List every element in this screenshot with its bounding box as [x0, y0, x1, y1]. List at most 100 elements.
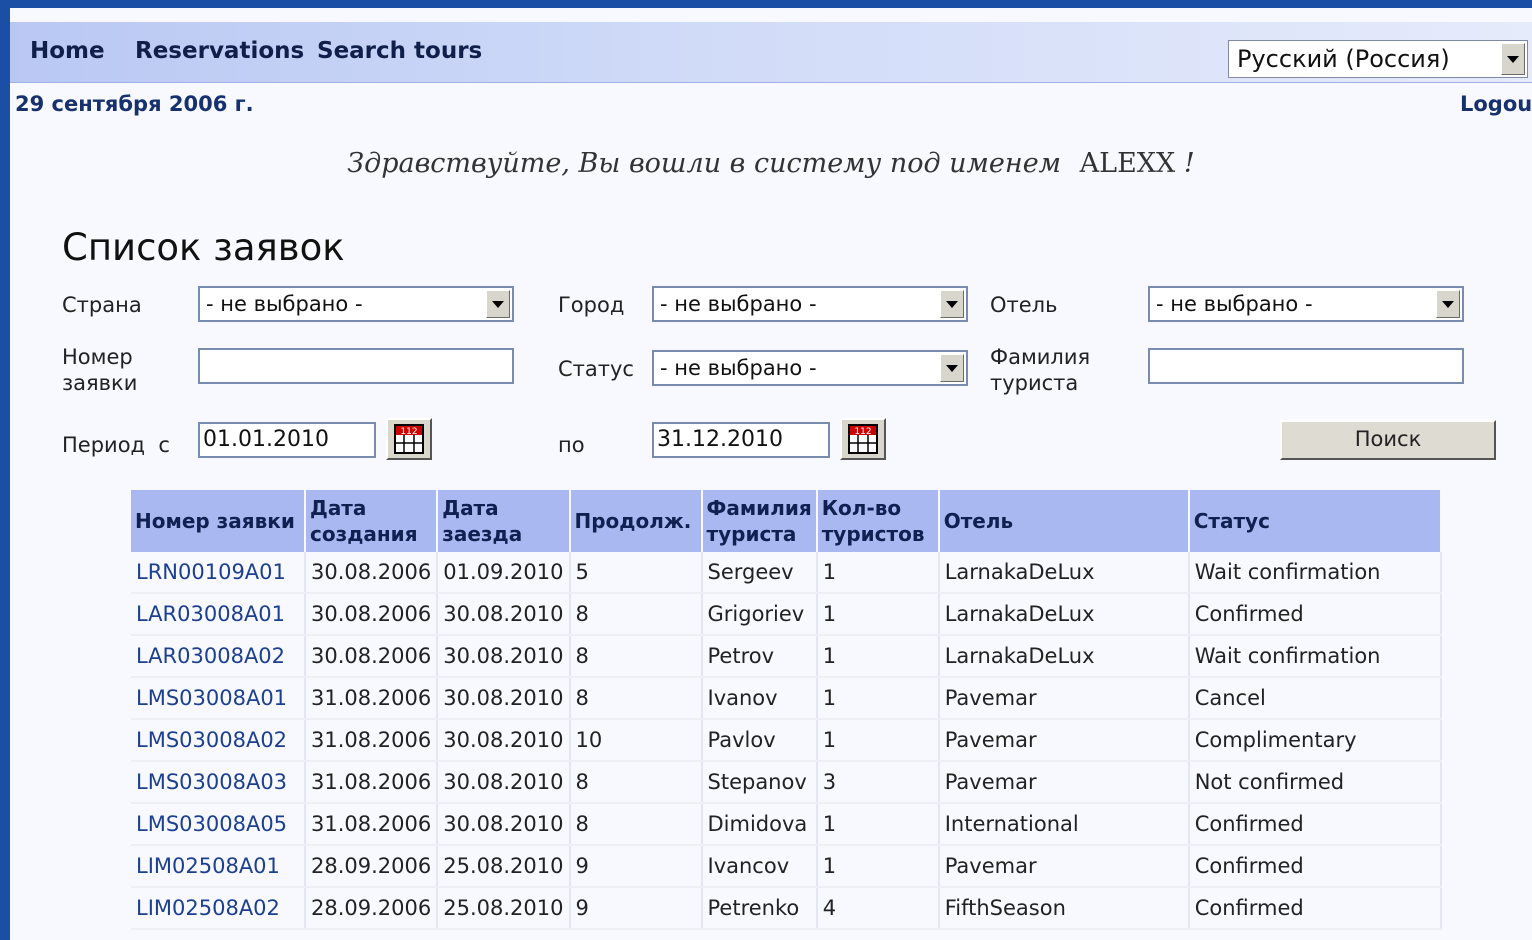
table-cell-status: Cancel [1188, 677, 1442, 720]
country-select[interactable]: - не выбрано - [198, 286, 514, 322]
table-cell-hotel: Pavemar [938, 719, 1190, 762]
calendar-to-button[interactable]: 112 [840, 418, 886, 460]
table-cell-checkin-date: 30.08.2010 [437, 761, 571, 804]
nav-reservations-link[interactable]: Reservations [135, 38, 304, 64]
table-cell-tourist-count: 1 [816, 593, 940, 636]
column-header-hotel: Отель [938, 490, 1190, 552]
order-number-link[interactable]: LIM02508A01 [131, 845, 306, 888]
order-number-link[interactable]: LMS03008A02 [131, 719, 306, 762]
date-from-input[interactable]: 01.01.2010 [198, 422, 376, 458]
language-select[interactable]: Русский (Россия) [1228, 40, 1528, 78]
country-label: Страна [62, 293, 142, 317]
table-cell-creation-date: 31.08.2006 [305, 677, 439, 720]
table-cell-status: Wait confirmation [1188, 635, 1442, 678]
calendar-from-button[interactable]: 112 [386, 418, 432, 460]
table-cell-tourist-count: 1 [816, 552, 940, 594]
nav-search-tours-link[interactable]: Search tours [317, 38, 482, 64]
order-number-link[interactable]: LMS03008A05 [131, 803, 306, 846]
city-select[interactable]: - не выбрано - [652, 286, 968, 322]
table-cell-creation-date: 30.08.2006 [305, 635, 439, 678]
city-select-value: - не выбрано - [660, 292, 817, 316]
table-cell-duration: 5 [569, 552, 703, 594]
column-header-line: Отель [943, 509, 1014, 533]
order-number-label: Номер заявки [62, 344, 137, 396]
table-cell-creation-date: 28.09.2006 [305, 845, 439, 888]
table-cell-hotel: FifthSeason [938, 887, 1190, 930]
country-select-value: - не выбрано - [206, 292, 363, 316]
order-number-link[interactable]: LMS03008A03 [131, 761, 306, 804]
table-cell-hotel: Pavemar [938, 761, 1190, 804]
table-cell-tourist-surname: Petrov [701, 635, 818, 678]
table-cell-tourist-surname: Grigoriev [701, 593, 818, 636]
column-header-line: Номер заявки [135, 509, 295, 533]
column-header-status: Статус [1188, 490, 1442, 552]
order-number-link[interactable]: LAR03008A01 [131, 593, 306, 636]
table-row[interactable]: LAR03008A01 30.08.2006 30.08.2010 8 Grigorie… [131, 593, 1442, 636]
table-cell-checkin-date: 30.08.2010 [437, 719, 571, 762]
order-number-link[interactable]: LRN00109A01 [131, 552, 306, 594]
table-cell-tourist-surname: Pavlov [701, 719, 818, 762]
table-header-row: Номер заявки Дата создания Дата заезда Продол… [131, 490, 1442, 552]
search-button[interactable]: Поиск [1280, 420, 1496, 460]
column-header-line: Статус [1193, 509, 1270, 533]
chevron-down-icon[interactable] [1436, 290, 1460, 318]
column-header-tourist-count: Кол-во туристов [816, 490, 940, 552]
table-cell-duration: 8 [569, 677, 703, 720]
logout-link[interactable]: Logout [1460, 92, 1532, 116]
order-number-link[interactable]: LIM02508A02 [131, 887, 306, 930]
table-cell-status: Confirmed [1188, 845, 1442, 888]
table-cell-tourist-surname: Petrenko [701, 887, 818, 930]
table-cell-hotel: LarnakaDeLux [938, 635, 1190, 678]
browser-page: Home Reservations Search tours Русский (… [10, 8, 1532, 940]
order-number-input[interactable] [198, 348, 514, 384]
table-row[interactable]: LMS03008A01 31.08.2006 30.08.2010 8 Ivanov 1 P… [131, 677, 1442, 720]
page-title: Список заявок [62, 226, 345, 269]
nav-home-link[interactable]: Home [30, 38, 105, 64]
status-select[interactable]: - не выбрано - [652, 350, 968, 386]
chevron-down-icon[interactable] [486, 290, 510, 318]
calendar-icon: 112 [394, 424, 424, 454]
column-header-line: Продолж. [574, 509, 692, 533]
welcome-message: Здравствуйте, Вы вошли в систему под име… [10, 148, 1532, 179]
order-number-link[interactable]: LMS03008A01 [131, 677, 306, 720]
table-cell-duration: 8 [569, 761, 703, 804]
reservations-table: Номер заявки Дата создания Дата заезда Продол… [131, 490, 1442, 930]
chevron-down-icon[interactable] [940, 290, 964, 318]
tourist-surname-label: Фамилия туриста [990, 344, 1090, 396]
table-cell-duration: 9 [569, 845, 703, 888]
city-label: Город [558, 293, 625, 317]
table-row[interactable]: LMS03008A05 31.08.2006 30.08.2010 8 Dimidova… [131, 803, 1442, 846]
table-cell-checkin-date: 01.09.2010 [437, 552, 571, 594]
table-cell-duration: 10 [569, 719, 703, 762]
table-cell-checkin-date: 30.08.2010 [437, 677, 571, 720]
table-cell-tourist-surname: Dimidova [701, 803, 818, 846]
table-cell-hotel: Pavemar [938, 677, 1190, 720]
column-header-line: туристов [821, 522, 925, 546]
table-cell-tourist-surname: Sergeev [701, 552, 818, 594]
table-row[interactable]: LIM02508A01 28.09.2006 25.08.2010 9 Ivancov 1… [131, 845, 1442, 888]
table-cell-status: Confirmed [1188, 887, 1442, 930]
table-row[interactable]: LMS03008A03 31.08.2006 30.08.2010 8 Stepanov… [131, 761, 1442, 804]
table-cell-creation-date: 30.08.2006 [305, 552, 439, 594]
hotel-select[interactable]: - не выбрано - [1148, 286, 1464, 322]
table-row[interactable]: LAR03008A02 30.08.2006 30.08.2010 8 Petrov 1 L… [131, 635, 1442, 678]
table-cell-creation-date: 31.08.2006 [305, 719, 439, 762]
column-header-line: Фамилия [706, 496, 812, 520]
table-cell-tourist-count: 1 [816, 719, 940, 762]
table-cell-tourist-count: 1 [816, 677, 940, 720]
chevron-down-icon[interactable] [940, 354, 964, 382]
tourist-surname-input[interactable] [1148, 348, 1464, 384]
table-cell-status: Confirmed [1188, 593, 1442, 636]
order-number-link[interactable]: LAR03008A02 [131, 635, 306, 678]
table-row[interactable]: LIM02508A02 28.09.2006 25.08.2010 9 Petrenko… [131, 887, 1442, 930]
table-row[interactable]: LMS03008A02 31.08.2006 30.08.2010 10 Pavlov 1… [131, 719, 1442, 762]
table-cell-creation-date: 31.08.2006 [305, 803, 439, 846]
date-to-input[interactable]: 31.12.2010 [652, 422, 830, 458]
chevron-down-icon[interactable] [1501, 43, 1525, 75]
period-to-label: по [558, 433, 585, 457]
order-number-label-line2: заявки [62, 371, 138, 395]
table-row[interactable]: LRN00109A01 30.08.2006 01.09.2010 5 Sergeev 1… [131, 552, 1442, 594]
column-header-line: Дата [310, 496, 367, 520]
column-header-tourist-surname: Фамилия туриста [701, 490, 818, 552]
table-cell-creation-date: 31.08.2006 [305, 761, 439, 804]
